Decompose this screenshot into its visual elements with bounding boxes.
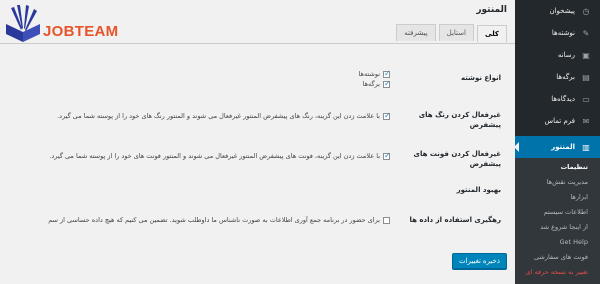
usage-tracking-checkbox[interactable] bbox=[383, 217, 390, 224]
submenu-getting-started[interactable]: از اینجا شروع شد bbox=[515, 220, 600, 235]
submenu-go-pro[interactable]: تغییر به نسخه حرفه ای bbox=[515, 265, 600, 280]
improve-elementor-heading: بهبود المنتور bbox=[456, 186, 501, 194]
save-changes-button[interactable]: ذخیره تغییرات bbox=[452, 253, 507, 269]
default-fonts-description: با علامت زدن این گزینه، فونت های پیشفرض … bbox=[49, 152, 380, 160]
default-colors-checkbox[interactable] bbox=[383, 111, 391, 120]
default-colors-field: با علامت زدن این گزینه، رنگ های پیشفرض ا… bbox=[57, 111, 391, 122]
pages-label: برگه‌ها bbox=[362, 79, 380, 88]
pages-icon: ▤ bbox=[582, 72, 590, 82]
pin-icon: ✎ bbox=[582, 28, 590, 38]
menu-media[interactable]: ▣ رسانه bbox=[515, 44, 600, 66]
menu-contact-form-label: فرم تماس bbox=[544, 117, 575, 125]
tab-style[interactable]: استایل bbox=[438, 24, 474, 41]
menu-media-label: رسانه bbox=[557, 51, 575, 59]
settings-tabs: کلی استایل پیشرفته bbox=[393, 24, 507, 42]
tab-general[interactable]: کلی bbox=[476, 25, 507, 42]
elementor-submenu: تنظیمات مدیریت نقش‌ها ابزارها اطلاعات سی… bbox=[515, 158, 600, 284]
menu-elementor[interactable]: ▥ المنتور bbox=[514, 136, 600, 158]
menu-pages[interactable]: ▤ برگه‌ها bbox=[515, 66, 600, 88]
usage-tracking-label: رهگیری استفاده از داده ها bbox=[409, 216, 502, 224]
post-types-options: نوشته‌ها برگه‌ها bbox=[358, 69, 391, 90]
comments-icon: ▭ bbox=[582, 94, 590, 104]
default-fonts-label: غیرفعال کردن فونت های پیشفرض bbox=[413, 150, 501, 168]
submenu-custom-fonts[interactable]: فونت های سفارشی bbox=[515, 250, 600, 265]
pages-checkbox[interactable] bbox=[383, 79, 391, 88]
menu-pages-label: برگه‌ها bbox=[556, 73, 575, 81]
menu-dashboard-label: پیشخوان bbox=[549, 7, 575, 15]
default-fonts-checkbox[interactable] bbox=[383, 151, 391, 160]
open-book-icon bbox=[6, 5, 40, 42]
media-icon: ▣ bbox=[582, 50, 590, 60]
posts-label: نوشته‌ها bbox=[358, 70, 380, 78]
post-types-label: انواع نوشته bbox=[460, 74, 501, 82]
admin-sidebar: ◷ پیشخوان ✎ نوشته‌ها ▣ رسانه ▤ برگه‌ها ▭… bbox=[514, 0, 600, 284]
submenu-settings[interactable]: تنظیمات bbox=[515, 160, 600, 175]
mail-icon: ✉ bbox=[582, 116, 590, 126]
submenu-tools[interactable]: ابزارها bbox=[515, 190, 600, 205]
option-pages: برگه‌ها bbox=[359, 79, 391, 90]
posts-checkbox[interactable] bbox=[383, 69, 391, 78]
usage-tracking-field: برای حضور در برنامه جمع آوری اطلاعات به … bbox=[0, 216, 390, 226]
menu-posts-label: نوشته‌ها bbox=[551, 29, 575, 37]
tab-advanced[interactable]: پیشرفته bbox=[396, 24, 436, 41]
submenu-system-info[interactable]: اطلاعات سیستم bbox=[515, 205, 600, 220]
default-fonts-field: با علامت زدن این گزینه، فونت های پیشفرض … bbox=[49, 151, 391, 162]
dashboard-icon: ◷ bbox=[582, 6, 590, 16]
usage-tracking-description: برای حضور در برنامه جمع آوری اطلاعات به … bbox=[48, 216, 380, 224]
page-title: المنتور bbox=[476, 5, 507, 15]
submenu-get-help[interactable]: Get Help bbox=[515, 235, 600, 250]
logo-text: JOBTEAM bbox=[43, 23, 119, 40]
default-colors-label: غیرفعال کردن رنگ های پیشفرض bbox=[418, 111, 501, 129]
menu-comments-label: دیدگاه‌ها bbox=[551, 95, 575, 103]
submenu-role-manager[interactable]: مدیریت نقش‌ها bbox=[515, 175, 600, 190]
menu-posts[interactable]: ✎ نوشته‌ها bbox=[515, 22, 600, 44]
menu-contact-form[interactable]: ✉ فرم تماس bbox=[515, 110, 600, 132]
menu-dashboard[interactable]: ◷ پیشخوان bbox=[515, 0, 600, 22]
jobteam-logo: JOBTEAM bbox=[3, 2, 128, 54]
menu-comments[interactable]: ▭ دیدگاه‌ها bbox=[515, 88, 600, 110]
elementor-icon: ▥ bbox=[582, 142, 590, 152]
default-colors-description: با علامت زدن این گزینه، رنگ های پیشفرض ا… bbox=[57, 112, 380, 120]
menu-elementor-label: المنتور bbox=[551, 143, 575, 151]
